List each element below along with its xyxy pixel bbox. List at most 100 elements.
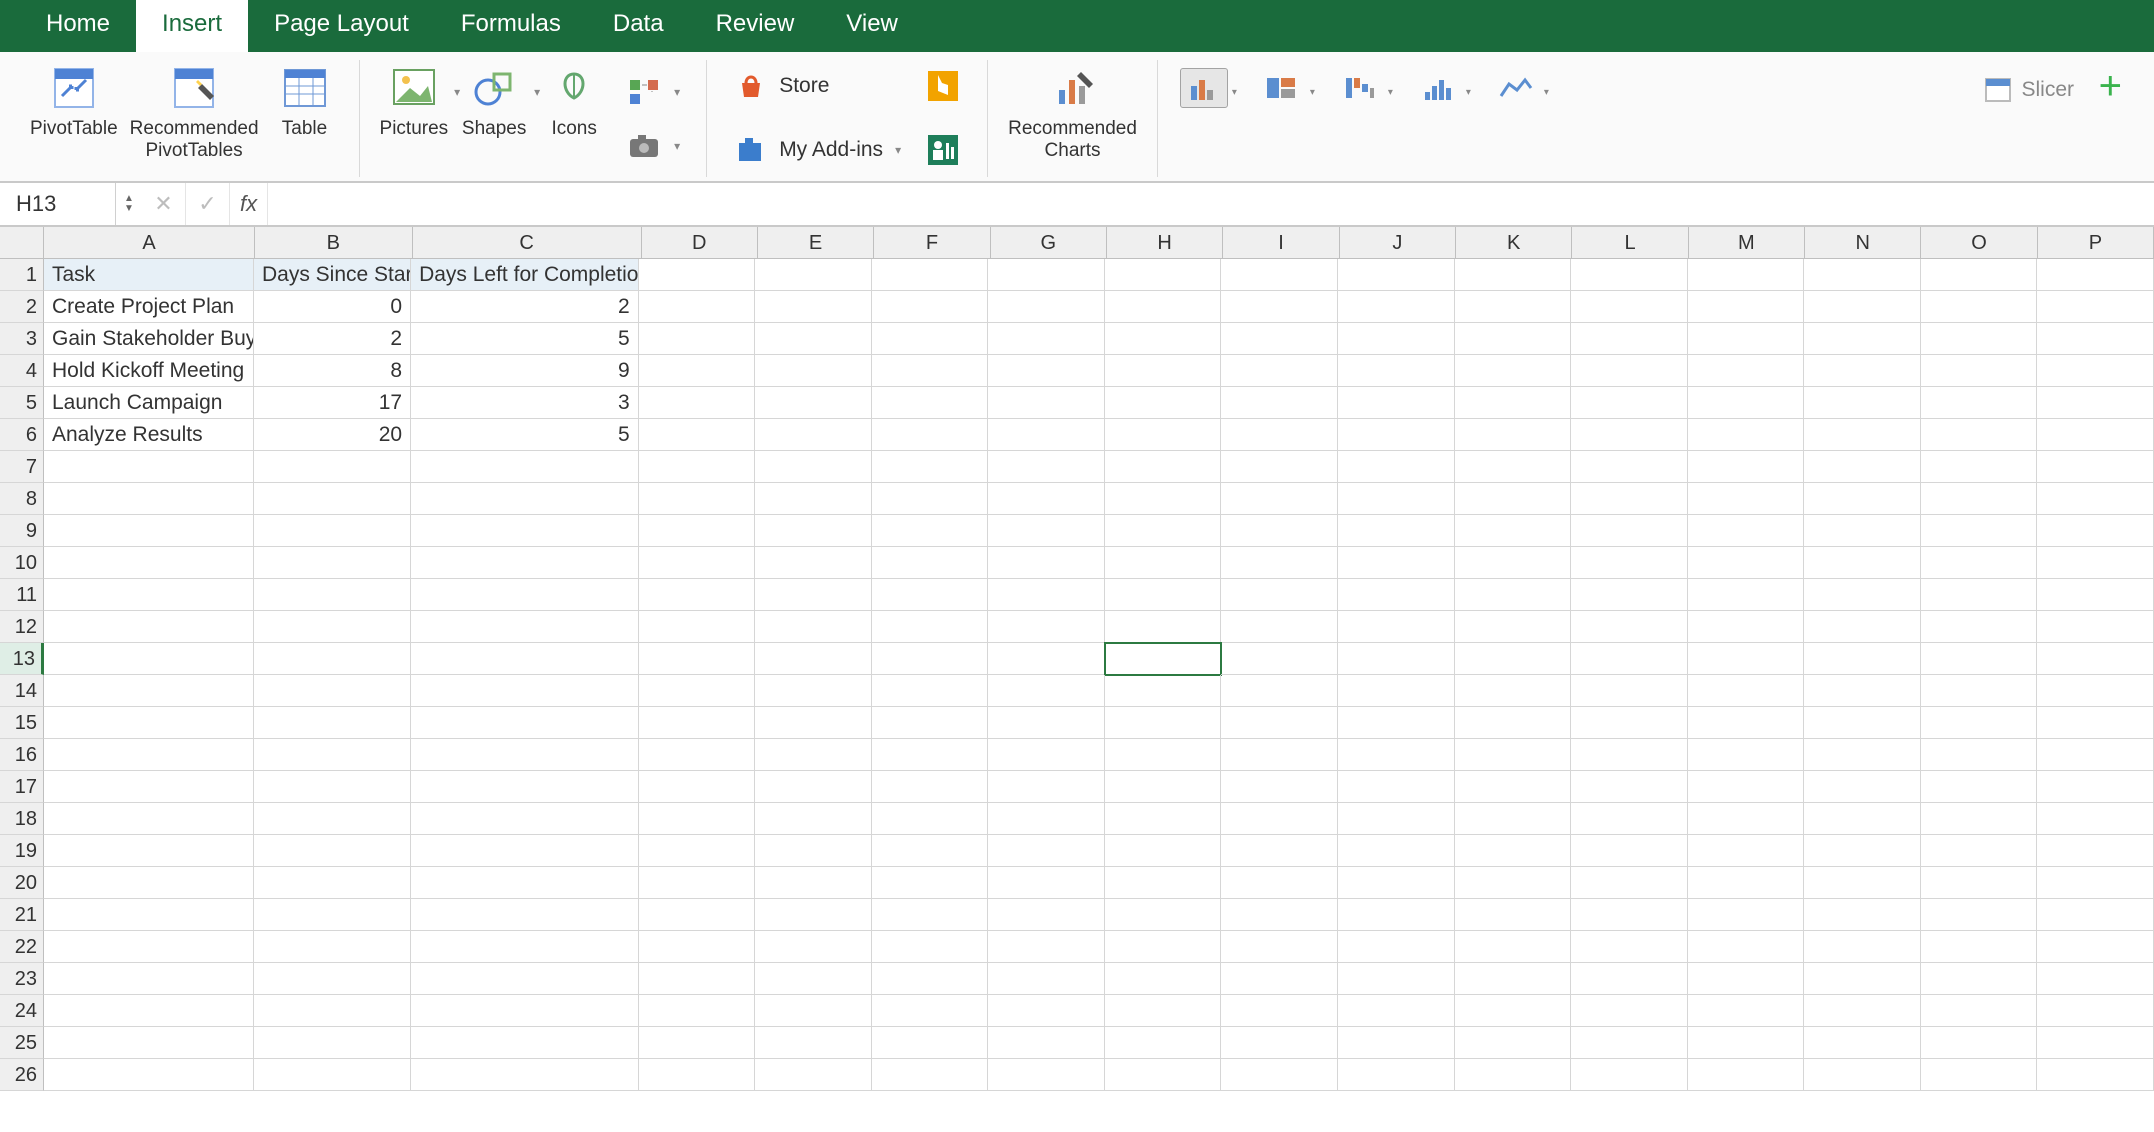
cell[interactable] bbox=[1338, 643, 1455, 675]
cell[interactable] bbox=[1105, 1059, 1222, 1091]
cell[interactable] bbox=[1804, 867, 1921, 899]
column-header[interactable]: A bbox=[44, 227, 255, 259]
cell[interactable] bbox=[1455, 675, 1572, 707]
cell[interactable] bbox=[1221, 643, 1338, 675]
cell[interactable] bbox=[2037, 1059, 2154, 1091]
cell[interactable] bbox=[1688, 547, 1805, 579]
cell[interactable] bbox=[1221, 1027, 1338, 1059]
cell[interactable] bbox=[872, 611, 989, 643]
row-header[interactable]: 12 bbox=[0, 611, 44, 643]
cell[interactable] bbox=[1571, 323, 1688, 355]
cell[interactable] bbox=[639, 867, 756, 899]
cell[interactable] bbox=[254, 579, 411, 611]
cell[interactable] bbox=[755, 547, 872, 579]
cell[interactable] bbox=[1338, 483, 1455, 515]
cell[interactable]: Gain Stakeholder Buy-In bbox=[44, 323, 254, 355]
cell[interactable] bbox=[1804, 451, 1921, 483]
cell[interactable] bbox=[44, 611, 254, 643]
cell[interactable] bbox=[1688, 483, 1805, 515]
cell[interactable] bbox=[755, 835, 872, 867]
column-header[interactable]: H bbox=[1107, 227, 1223, 259]
cell[interactable] bbox=[2037, 419, 2154, 451]
cell[interactable] bbox=[1688, 259, 1805, 291]
cell[interactable] bbox=[639, 675, 756, 707]
cell[interactable] bbox=[1221, 611, 1338, 643]
cell[interactable] bbox=[44, 483, 254, 515]
cell[interactable] bbox=[411, 995, 639, 1027]
cell[interactable] bbox=[639, 483, 756, 515]
cell[interactable] bbox=[1455, 643, 1572, 675]
cell[interactable] bbox=[1221, 483, 1338, 515]
cell[interactable] bbox=[1338, 835, 1455, 867]
column-header[interactable]: D bbox=[642, 227, 758, 259]
row-header[interactable]: 20 bbox=[0, 867, 44, 899]
cell[interactable] bbox=[1338, 1059, 1455, 1091]
cell[interactable] bbox=[1688, 835, 1805, 867]
cell[interactable] bbox=[1921, 355, 2038, 387]
cell[interactable] bbox=[1571, 1027, 1688, 1059]
cell[interactable] bbox=[988, 803, 1105, 835]
cell[interactable] bbox=[639, 739, 756, 771]
statistic-chart-dropdown[interactable]: ▾ bbox=[1414, 68, 1462, 108]
cell[interactable] bbox=[2037, 995, 2154, 1027]
cell[interactable] bbox=[1921, 675, 2038, 707]
cell[interactable] bbox=[1105, 835, 1222, 867]
cell[interactable] bbox=[254, 547, 411, 579]
cell[interactable] bbox=[1804, 835, 1921, 867]
cell[interactable] bbox=[755, 611, 872, 643]
bing-maps-button[interactable] bbox=[919, 64, 967, 108]
cell[interactable] bbox=[755, 515, 872, 547]
cell[interactable] bbox=[639, 579, 756, 611]
cell[interactable] bbox=[44, 1027, 254, 1059]
column-header[interactable]: J bbox=[1340, 227, 1456, 259]
cell[interactable] bbox=[988, 675, 1105, 707]
cell[interactable] bbox=[1804, 739, 1921, 771]
cell[interactable] bbox=[988, 643, 1105, 675]
cell[interactable] bbox=[1338, 547, 1455, 579]
cell[interactable] bbox=[872, 707, 989, 739]
cell[interactable] bbox=[755, 1027, 872, 1059]
cell[interactable] bbox=[1921, 835, 2038, 867]
cell[interactable] bbox=[1804, 419, 1921, 451]
row-header[interactable]: 13 bbox=[0, 643, 44, 675]
cell[interactable] bbox=[2037, 1027, 2154, 1059]
column-header[interactable]: P bbox=[2038, 227, 2154, 259]
column-header[interactable]: K bbox=[1456, 227, 1572, 259]
cell[interactable] bbox=[1571, 515, 1688, 547]
cell[interactable] bbox=[1921, 643, 2038, 675]
cell[interactable] bbox=[2037, 867, 2154, 899]
cell[interactable] bbox=[1455, 899, 1572, 931]
cell[interactable] bbox=[872, 387, 989, 419]
cell[interactable] bbox=[44, 995, 254, 1027]
cell[interactable] bbox=[1455, 931, 1572, 963]
cell[interactable] bbox=[1455, 611, 1572, 643]
cell[interactable] bbox=[755, 579, 872, 611]
cell[interactable] bbox=[639, 259, 756, 291]
pictures-button[interactable]: ▾ Pictures bbox=[374, 60, 455, 177]
cell[interactable] bbox=[755, 643, 872, 675]
cell[interactable] bbox=[44, 547, 254, 579]
cell[interactable] bbox=[1571, 771, 1688, 803]
cell[interactable] bbox=[2037, 515, 2154, 547]
row-header[interactable]: 21 bbox=[0, 899, 44, 931]
cell[interactable] bbox=[639, 515, 756, 547]
cell[interactable] bbox=[988, 547, 1105, 579]
cell[interactable] bbox=[1571, 419, 1688, 451]
cell[interactable] bbox=[1804, 355, 1921, 387]
table-button[interactable]: Table bbox=[265, 60, 345, 177]
cell[interactable] bbox=[988, 771, 1105, 803]
row-header[interactable]: 24 bbox=[0, 995, 44, 1027]
cell[interactable] bbox=[1571, 643, 1688, 675]
cell[interactable]: Create Project Plan bbox=[44, 291, 254, 323]
cell[interactable] bbox=[1338, 867, 1455, 899]
cell[interactable]: Analyze Results bbox=[44, 419, 254, 451]
row-header[interactable]: 18 bbox=[0, 803, 44, 835]
cell[interactable] bbox=[1105, 803, 1222, 835]
cell[interactable] bbox=[411, 579, 639, 611]
cell[interactable] bbox=[988, 1027, 1105, 1059]
row-header[interactable]: 1 bbox=[0, 259, 44, 291]
column-chart-dropdown[interactable]: ▾ bbox=[1180, 68, 1228, 108]
cell[interactable] bbox=[755, 963, 872, 995]
header-cell[interactable]: Task bbox=[44, 259, 254, 291]
cell[interactable] bbox=[1221, 707, 1338, 739]
